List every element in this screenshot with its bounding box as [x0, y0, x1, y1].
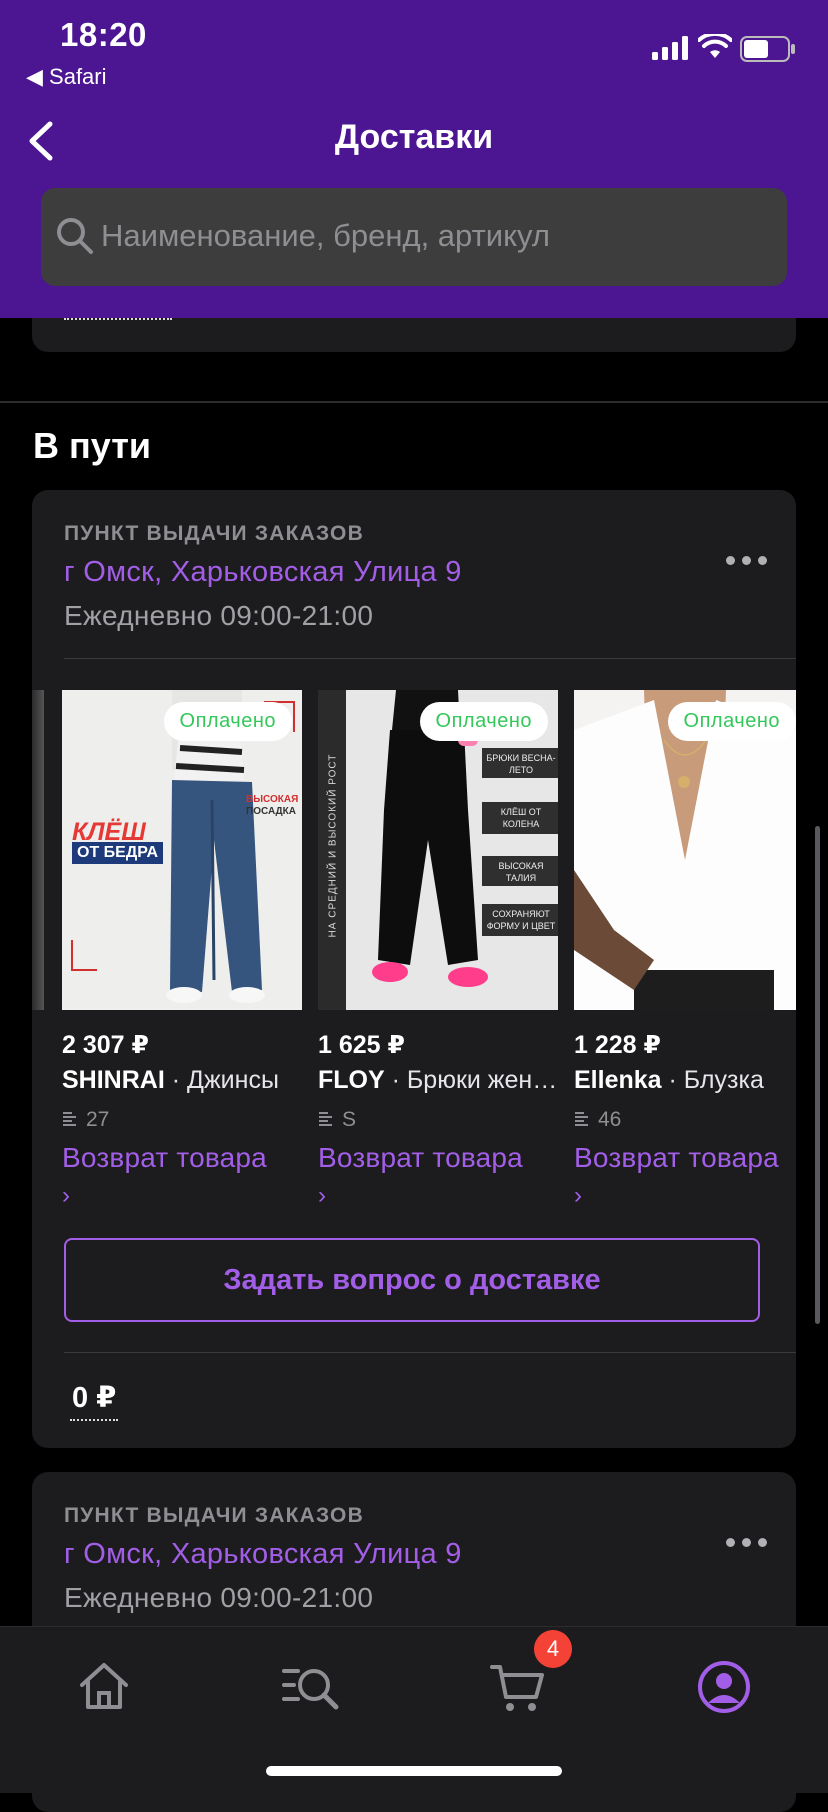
product-price: 1 228 ₽ — [574, 1031, 661, 1059]
cart-icon[interactable] — [488, 1657, 548, 1717]
thumb-text: ОТ БЕДРА — [72, 842, 164, 864]
product-size: S — [318, 1108, 356, 1132]
pickup-point-label: ПУНКТ ВЫДАЧИ ЗАКАЗОВ — [64, 522, 364, 545]
more-options-icon[interactable] — [722, 546, 770, 574]
scroll-indicator[interactable] — [815, 826, 820, 1324]
size-icon — [575, 1112, 588, 1127]
product-size-value: 46 — [598, 1108, 622, 1131]
search-icon — [57, 218, 93, 254]
thumb-text: СОХРАНЯЮТ ФОРМУ И ЦВЕТ — [486, 909, 556, 931]
return-arrow-icon[interactable]: › — [318, 1182, 326, 1210]
product-thumb-edge — [32, 690, 44, 1010]
pickup-point-label: ПУНКТ ВЫДАЧИ ЗАКАЗОВ — [64, 1504, 364, 1527]
return-product-link[interactable]: Возврат товара — [574, 1142, 796, 1174]
delivery-card: ПУНКТ ВЫДАЧИ ЗАКАЗОВ г Омск, Харьковская… — [32, 490, 796, 1448]
product-size: 27 — [62, 1108, 109, 1132]
return-arrow-icon[interactable]: › — [574, 1182, 582, 1210]
back-to-safari-link[interactable]: ◀ Safari — [26, 64, 107, 90]
product-title: · Блузка — [661, 1066, 764, 1094]
thumb-text: НА СРЕДНИЙ И ВЫСОКИЙ РОСТ — [327, 753, 339, 938]
return-product-link[interactable]: Возврат товара — [318, 1142, 523, 1174]
product-name: FLOY · Брюки женские — [318, 1066, 558, 1095]
product-brand: SHINRAI — [62, 1066, 165, 1094]
page-title: Доставки — [334, 118, 494, 156]
product-title: · Брюки женские — [391, 1066, 558, 1094]
search-input[interactable]: Наименование, бренд, артикул — [41, 188, 787, 286]
ask-delivery-question-button[interactable]: Задать вопрос о доставке — [64, 1238, 760, 1322]
paid-status-badge: Оплачено — [163, 702, 292, 741]
product-image[interactable]: БРЮКИ ВЕСНА-ЛЕТО КЛЁШ ОТ КОЛЕНА ВЫСОКАЯ … — [318, 690, 558, 1010]
paid-status-badge: Оплачено — [419, 702, 548, 741]
home-icon[interactable] — [74, 1657, 134, 1717]
paid-status-badge: Оплачено — [667, 702, 796, 741]
product-size-value: S — [342, 1108, 357, 1131]
product-brand: FLOY — [318, 1066, 385, 1094]
pickup-hours: Ежедневно 09:00-21:00 — [64, 600, 374, 631]
return-product-link[interactable]: Возврат товара — [62, 1142, 267, 1174]
product-price: 1 625 ₽ — [318, 1031, 405, 1059]
product-brand: Ellenka — [574, 1066, 662, 1094]
app-header: 18:20 ◀ Safari Доставки Наименование, бр… — [0, 0, 828, 318]
size-icon — [319, 1112, 332, 1127]
thumb-text: БРЮКИ ВЕСНА-ЛЕТО — [486, 753, 556, 775]
return-arrow-icon[interactable]: › — [62, 1182, 70, 1210]
product-image[interactable]: КЛЁШ ОТ БЕДРА ВЫСОКАЯ ПОСАДКА Оплачено — [62, 690, 302, 1010]
pickup-hours: Ежедневно 09:00-21:00 — [64, 1582, 374, 1613]
product-size: 46 — [574, 1108, 621, 1132]
wifi-icon — [698, 34, 732, 58]
section-title: В пути — [33, 425, 151, 466]
search-placeholder: Наименование, бренд, артикул — [101, 218, 550, 253]
section-divider — [0, 401, 828, 403]
product-price: 2 307 ₽ — [62, 1031, 149, 1059]
card-divider — [64, 1352, 796, 1353]
order-sum[interactable]: 0 ₽ — [70, 1380, 119, 1421]
ask-delivery-question-label: Задать вопрос о доставке — [223, 1264, 601, 1296]
product-image[interactable]: Оплачено — [574, 690, 796, 1010]
previous-card-sum-underline — [64, 318, 172, 320]
catalog-search-icon[interactable] — [280, 1657, 340, 1717]
thumb-text: КЛЁШ ОТ КОЛЕНА — [500, 807, 542, 829]
product-name: SHINRAI · Джинсы — [62, 1066, 302, 1095]
size-icon — [63, 1112, 76, 1127]
pickup-address-link[interactable]: г Омск, Харьковская Улица 9 — [64, 556, 462, 589]
card-divider — [64, 658, 796, 659]
thumb-text: ВЫСОКАЯ — [246, 794, 299, 805]
status-time: 18:20 — [60, 16, 147, 53]
product-name: Ellenka · Блузка — [574, 1066, 796, 1095]
profile-icon[interactable] — [694, 1657, 754, 1717]
cart-count-badge: 4 — [534, 1630, 572, 1668]
more-options-icon[interactable] — [722, 1528, 770, 1556]
product-size-value: 27 — [86, 1108, 110, 1131]
thumb-text: ВЫСОКАЯ ТАЛИЯ — [498, 861, 544, 883]
thumb-text: ПОСАДКА — [246, 806, 296, 817]
product-title: · Джинсы — [164, 1066, 279, 1094]
pickup-address-link[interactable]: г Омск, Харьковская Улица 9 — [64, 1538, 462, 1571]
cellular-signal-icon — [652, 36, 688, 60]
battery-icon — [740, 36, 795, 62]
home-indicator[interactable] — [266, 1766, 562, 1776]
